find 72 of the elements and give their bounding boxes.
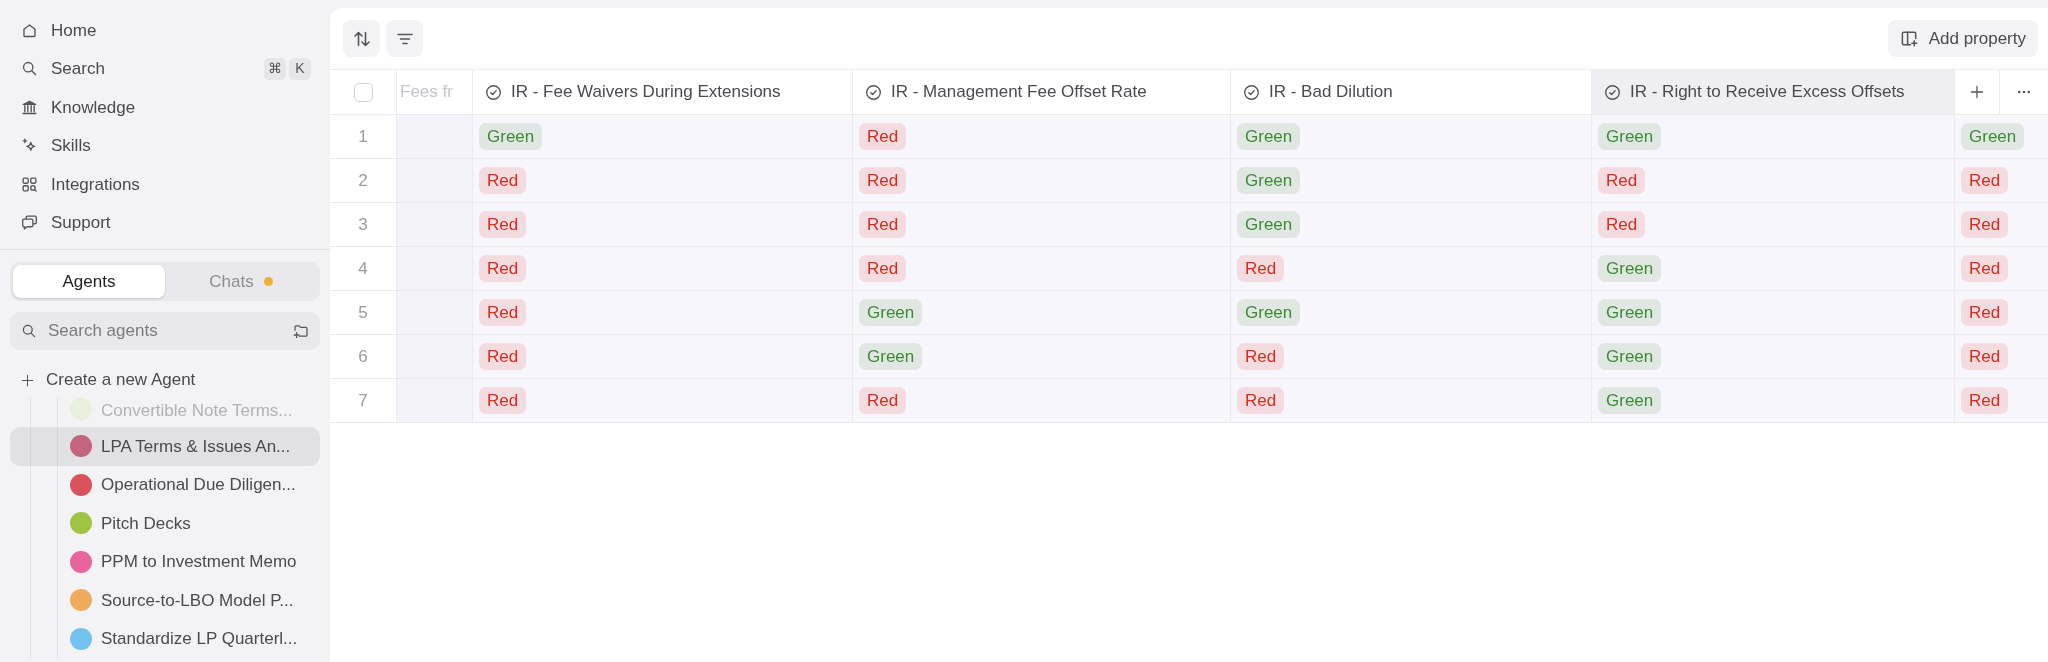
status-tag: Green — [1237, 123, 1301, 150]
status-tag: Green — [1598, 123, 1662, 150]
status-tag: Red — [1961, 167, 2009, 194]
status-tag: Green — [479, 123, 543, 150]
status-tag: Green — [859, 299, 923, 326]
sidebar-nav-item[interactable]: Integrations — [0, 165, 330, 204]
status-tag: Red — [479, 299, 527, 326]
grid-search-icon — [21, 175, 38, 193]
status-tag: Green — [1237, 211, 1301, 238]
status-tag: Red — [479, 343, 527, 370]
status-tag: Red — [859, 387, 907, 414]
status-tag: Red — [1237, 387, 1285, 414]
status-tag: Green — [1961, 123, 2025, 150]
filter-button[interactable] — [386, 20, 423, 57]
sidebar-nav-item[interactable]: Knowledge — [0, 88, 330, 127]
status-tag: Red — [859, 211, 907, 238]
check-circle-icon — [1604, 83, 1621, 101]
sidebar-tab[interactable]: Agents — [13, 265, 165, 298]
plus-icon — [21, 373, 34, 387]
status-tag: Red — [859, 167, 907, 194]
status-tag: Red — [1598, 211, 1646, 238]
sidebar-nav-item[interactable]: Skills — [0, 126, 330, 165]
status-tag: Red — [859, 123, 907, 150]
status-tag: Red — [1961, 299, 2009, 326]
create-agent-button[interactable]: Create a new Agent — [0, 362, 330, 398]
agent-list-item[interactable]: LPA Terms & Issues An... — [10, 427, 320, 466]
sidebar-nav-item[interactable]: Home — [0, 11, 330, 50]
status-tag: Green — [1598, 299, 1662, 326]
status-tag: Red — [1961, 343, 2009, 370]
chat-bubbles-icon — [21, 214, 38, 232]
agent-list-item[interactable]: Pitch Decks — [10, 504, 320, 543]
status-tag: Red — [1598, 167, 1646, 194]
home-icon — [21, 21, 38, 39]
status-tag: Red — [479, 211, 527, 238]
agent-list-item[interactable]: Source-to-LBO Model P... — [10, 581, 320, 620]
status-tag: Red — [1961, 387, 2009, 414]
status-tag: Red — [859, 255, 907, 282]
sort-button[interactable] — [343, 20, 380, 57]
agent-list-item[interactable]: Standardize LP Quarterl... — [10, 619, 320, 658]
search-field[interactable]: Search agents — [10, 312, 320, 350]
search-icon — [21, 323, 37, 339]
check-circle-icon — [1243, 83, 1260, 101]
status-tag: Green — [1598, 255, 1662, 282]
status-tag: Red — [1961, 255, 2009, 282]
status-tag: Red — [1237, 343, 1285, 370]
status-tag: Red — [479, 387, 527, 414]
status-tag: Red — [1237, 255, 1285, 282]
status-tag: Red — [479, 255, 527, 282]
bank-icon — [21, 98, 38, 116]
check-circle-icon — [485, 83, 502, 101]
select-all-checkbox[interactable] — [353, 82, 373, 102]
status-tag: Green — [1598, 387, 1662, 414]
status-tag: Green — [859, 343, 923, 370]
agent-list-item[interactable]: Operational Due Diligen... — [10, 465, 320, 504]
column-header[interactable]: IR - Right to Receive Excess Offsets — [1592, 70, 1955, 114]
unread-dot-icon — [263, 277, 273, 286]
status-tag: Red — [1961, 211, 2009, 238]
folder-plus-icon — [293, 323, 309, 339]
sidebar-nav-item[interactable]: Support — [0, 203, 330, 242]
shortcut-key: ⌘ — [264, 57, 286, 80]
column-plus-icon — [1899, 29, 1919, 48]
search-icon — [21, 60, 38, 78]
check-circle-icon — [865, 83, 882, 101]
add-property-button[interactable]: Add property — [1887, 20, 2038, 57]
agent-list-item[interactable]: PPM to Investment Memo — [10, 542, 320, 581]
shortcut-key: K — [289, 57, 311, 80]
status-tag: Green — [1598, 343, 1662, 370]
plus-icon — [1969, 84, 1985, 100]
status-tag: Red — [479, 167, 527, 194]
status-tag: Green — [1237, 167, 1301, 194]
status-tag: Green — [1237, 299, 1301, 326]
sidebar-nav-item[interactable]: Search ⌘ K — [0, 49, 330, 88]
